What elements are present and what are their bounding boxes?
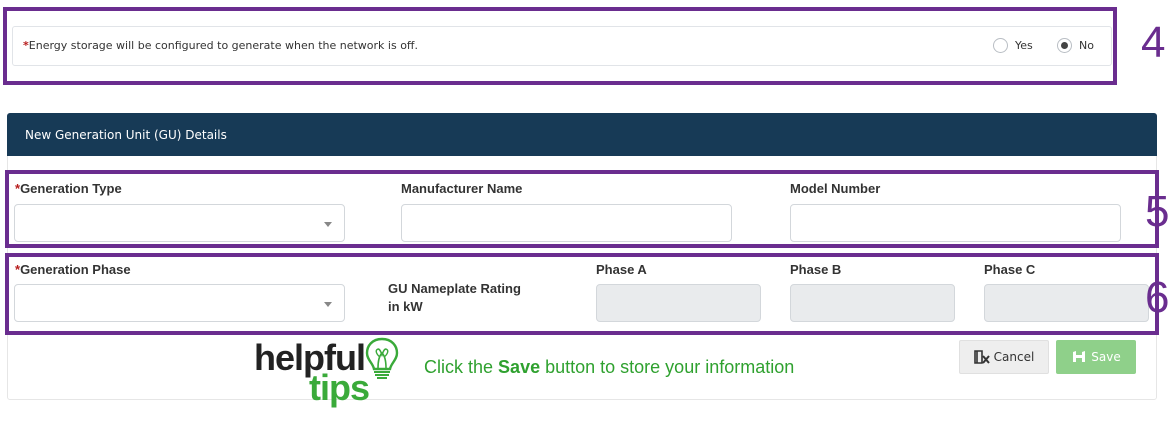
tip-text-save: Save [498,357,541,377]
gu-details-header: New Generation Unit (GU) Details [7,113,1157,156]
helpful-tip-text: Click the Save button to store your info… [424,357,794,378]
cancel-button-label: Cancel [993,350,1035,364]
step-5-number: 5 [1145,187,1170,236]
save-button-label: Save [1091,350,1121,364]
step-4-highlight-frame [3,7,1117,85]
step-6-highlight-frame [5,253,1159,335]
cancel-button[interactable]: Cancel [959,340,1049,374]
lightbulb-icon [365,337,399,379]
save-button[interactable]: Save [1056,340,1136,374]
step-5-highlight-frame [5,170,1159,248]
helpful-tips-word2: tips [309,367,370,408]
step-4-number: 4 [1141,18,1166,67]
helpful-tips-logo: helpful tips [254,337,404,420]
save-icon [1073,351,1086,362]
cancel-x-icon [973,350,990,364]
step-6-number: 6 [1145,273,1170,322]
gu-details-title: New Generation Unit (GU) Details [25,128,227,142]
tip-text-before: Click the [424,357,494,377]
tip-text-after: button to store your information [545,357,795,377]
